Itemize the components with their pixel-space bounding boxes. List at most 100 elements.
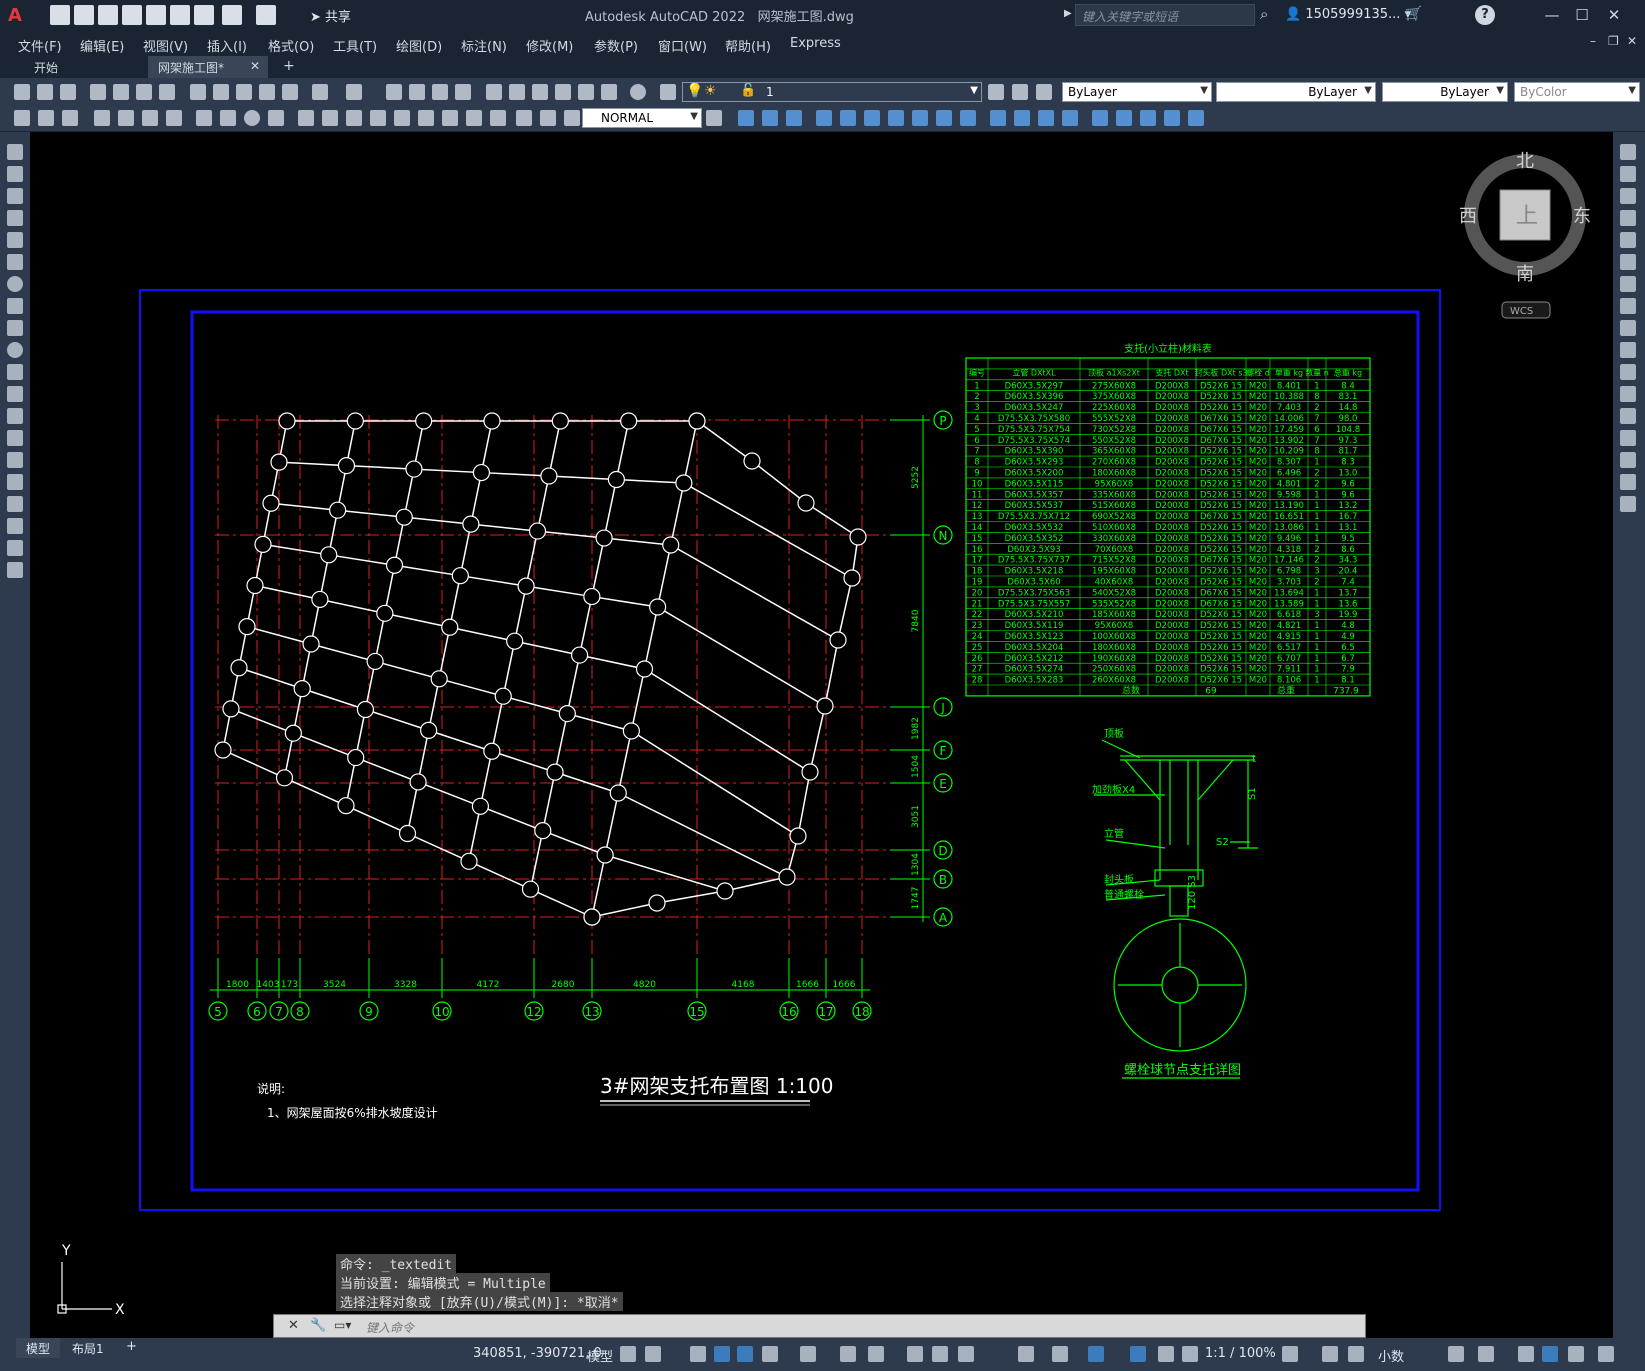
lineweight-icon[interactable] — [907, 1346, 923, 1362]
hardware-acceleration-icon[interactable] — [1542, 1346, 1558, 1362]
dim-break-icon[interactable] — [394, 110, 410, 126]
copy-object-icon[interactable] — [1620, 166, 1636, 182]
angular-dim-icon[interactable] — [268, 110, 284, 126]
dim-style-icon[interactable] — [706, 110, 722, 126]
redo-icon[interactable] — [256, 5, 276, 25]
modify-4-icon[interactable] — [816, 110, 832, 126]
modify-5-icon[interactable] — [840, 110, 856, 126]
object-snap-icon[interactable] — [868, 1346, 884, 1362]
tab-model[interactable]: 模型 — [16, 1338, 61, 1358]
doc-close-icon[interactable]: ✕ — [1627, 34, 1637, 48]
copy-icon[interactable] — [213, 84, 229, 100]
polar-icon[interactable] — [762, 1346, 778, 1362]
command-input[interactable]: ✕ 🔧 ▭▾ 键入命令 — [273, 1314, 1366, 1338]
revcloud-icon[interactable] — [7, 298, 23, 314]
match-properties-icon[interactable] — [259, 84, 275, 100]
search-icon[interactable]: ⌕ — [1260, 5, 1268, 23]
doc-minimize-icon[interactable]: – — [1590, 34, 1596, 48]
menu-insert[interactable]: 插入(I) — [207, 36, 247, 55]
drawing-canvas[interactable]: 5 6 7 8 9 10 12 13 15 16 17 18 1800 1403 173 3524 3328 41… — [30, 132, 1613, 1338]
menu-file[interactable]: 文件(F) — [18, 36, 62, 55]
spline-icon[interactable] — [7, 320, 23, 336]
units-dropdown[interactable]: 小数 — [1378, 1346, 1404, 1365]
export-icon[interactable] — [170, 5, 190, 25]
modify-9-icon[interactable] — [936, 110, 952, 126]
quick-dim-icon[interactable] — [298, 110, 314, 126]
insert-block-icon[interactable] — [7, 386, 23, 402]
search-input[interactable]: 键入关键字或短语 — [1075, 4, 1255, 26]
markup-icon[interactable] — [578, 84, 594, 100]
tool-c-icon[interactable] — [62, 110, 78, 126]
tab-current-drawing[interactable]: 网架施工图* ✕ — [148, 56, 268, 78]
qnew-icon[interactable] — [14, 84, 30, 100]
menu-express[interactable]: Express — [790, 36, 841, 51]
arc-icon[interactable] — [7, 254, 23, 270]
diameter-dim-icon[interactable] — [244, 110, 260, 126]
annotation-monitor-icon[interactable] — [1322, 1346, 1338, 1362]
linetype-dropdown[interactable]: ByLayer ▼ — [1216, 82, 1376, 102]
radius-dim-icon[interactable] — [196, 110, 212, 126]
pan-icon[interactable] — [386, 84, 402, 100]
dim-text-edit-icon[interactable] — [540, 110, 556, 126]
saveas-icon[interactable] — [122, 5, 142, 25]
object-snap-tracking-icon[interactable] — [840, 1346, 856, 1362]
user-account[interactable]: 👤 1505999135... ▾ — [1285, 7, 1411, 22]
block-editor-icon[interactable] — [282, 84, 298, 100]
open-icon[interactable] — [37, 84, 53, 100]
modify-1-icon[interactable] — [738, 110, 754, 126]
workspace-gear-icon[interactable] — [1282, 1346, 1298, 1362]
annotation-visibility-icon[interactable] — [1158, 1346, 1174, 1362]
cmd-customize-icon[interactable]: 🔧 — [310, 1318, 326, 1333]
chamfer-icon[interactable] — [1620, 430, 1636, 446]
menu-modify[interactable]: 修改(M) — [526, 36, 573, 55]
plot-icon[interactable] — [194, 5, 214, 25]
ellipse-icon[interactable] — [7, 342, 23, 358]
model-space-toggle[interactable]: 模型 — [587, 1346, 613, 1365]
viewcube-east[interactable]: 东 — [1573, 206, 1591, 227]
construction-line-icon[interactable] — [7, 166, 23, 182]
cart-icon[interactable]: 🛒 — [1405, 6, 1422, 22]
mirror-icon[interactable] — [1620, 188, 1636, 204]
modify-6-icon[interactable] — [864, 110, 880, 126]
clean-screen-icon[interactable] — [1568, 1346, 1584, 1362]
viewcube-north[interactable]: 北 — [1516, 151, 1534, 172]
publish-icon[interactable] — [146, 5, 166, 25]
coordinates-readout[interactable]: 340851, -390721, 0 — [473, 1346, 602, 1361]
help-icon[interactable] — [630, 84, 646, 100]
modify-15-icon[interactable] — [1092, 110, 1108, 126]
grid-icon[interactable] — [620, 1346, 636, 1362]
blend-icon[interactable] — [1620, 474, 1636, 490]
menu-tools[interactable]: 工具(T) — [333, 36, 377, 55]
break-icon[interactable] — [1620, 386, 1636, 402]
add-layout-icon[interactable]: + — [126, 1339, 137, 1354]
design-center-icon[interactable] — [509, 84, 525, 100]
modify-10-icon[interactable] — [960, 110, 976, 126]
modify-18-icon[interactable] — [1164, 110, 1180, 126]
annotation-scale[interactable]: 1:1 / 100% — [1205, 1346, 1276, 1361]
save-icon[interactable] — [98, 5, 118, 25]
sheet-set-icon[interactable] — [555, 84, 571, 100]
jogged-linear-icon[interactable] — [490, 110, 506, 126]
table-icon[interactable] — [7, 518, 23, 534]
jogged-dim-icon[interactable] — [220, 110, 236, 126]
circle-icon[interactable] — [7, 276, 23, 292]
wcs-menu[interactable]: WCS — [1510, 306, 1533, 317]
customize-icon[interactable] — [1598, 1346, 1614, 1362]
tool-palettes-icon[interactable] — [532, 84, 548, 100]
view-cube[interactable]: 上 北 南 东 西 WCS — [1459, 151, 1591, 319]
tool-b-icon[interactable] — [38, 110, 54, 126]
open-icon[interactable] — [74, 5, 94, 25]
arc-length-icon[interactable] — [142, 110, 158, 126]
modify-3-icon[interactable] — [786, 110, 802, 126]
scale-icon[interactable] — [1620, 298, 1636, 314]
baseline-dim-icon[interactable] — [322, 110, 338, 126]
lock-ui-icon[interactable] — [1478, 1346, 1494, 1362]
minimize-button[interactable]: — — [1538, 4, 1566, 26]
modify-11-icon[interactable] — [990, 110, 1006, 126]
viewcube-top-face[interactable]: 上 — [1516, 204, 1538, 229]
print-icon[interactable] — [90, 84, 106, 100]
modify-8-icon[interactable] — [912, 110, 928, 126]
isodraft-icon[interactable] — [800, 1346, 816, 1362]
dim-edit-icon[interactable] — [516, 110, 532, 126]
menu-edit[interactable]: 编辑(E) — [80, 36, 124, 55]
